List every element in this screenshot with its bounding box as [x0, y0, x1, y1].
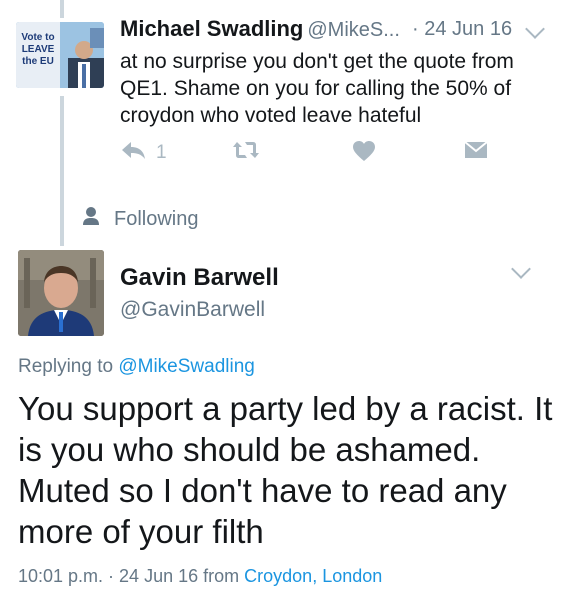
- chevron-down-icon[interactable]: [525, 19, 545, 39]
- tweet2-author-name[interactable]: Gavin Barwell: [120, 264, 279, 292]
- like-icon: [352, 140, 376, 168]
- tweet2-time[interactable]: 10:01 p.m. · 24 Jun 16: [18, 566, 198, 586]
- thread-line-top: [60, 0, 64, 18]
- tweet1-author-line: Michael Swadling @MikeS...: [120, 16, 400, 42]
- tweet1-author-name[interactable]: Michael Swadling: [120, 16, 303, 41]
- tweet2-meta: 10:01 p.m. · 24 Jun 16 from Croydon, Lon…: [18, 566, 382, 587]
- tweet2-from-prefix: from: [203, 566, 240, 586]
- dm-icon: [464, 140, 488, 166]
- sign-line-1: Vote to: [21, 32, 55, 43]
- avatar-sign-text: Vote to LEAVE the EU: [18, 32, 58, 68]
- like-button[interactable]: [352, 140, 376, 168]
- tweet1-date[interactable]: · 24 Jun 16: [412, 18, 512, 41]
- thread-line-middle: [60, 96, 64, 246]
- tweet2-text: You support a party led by a racist. It …: [18, 390, 553, 550]
- chevron-down-icon[interactable]: [511, 259, 531, 279]
- person-icon: [82, 206, 100, 232]
- tweet1-text: at no surprise you don't get the quote f…: [120, 50, 514, 127]
- tweet2-location[interactable]: Croydon, London: [244, 566, 382, 586]
- replying-to: Replying to @MikeSwadling: [18, 356, 255, 378]
- tweet1-actions: 1: [120, 140, 500, 170]
- reply-button[interactable]: 1: [120, 140, 167, 166]
- following-label: Following: [114, 207, 199, 230]
- avatar-michael-swadling[interactable]: Vote to LEAVE the EU: [16, 22, 104, 88]
- following-indicator: Following: [82, 206, 198, 232]
- avatar-gavin-barwell[interactable]: [18, 250, 104, 336]
- direct-message-button[interactable]: [464, 140, 488, 166]
- replying-to-handle[interactable]: @MikeSwadling: [118, 356, 255, 377]
- sign-line-3: the EU: [22, 56, 54, 67]
- sign-line-2: LEAVE: [21, 44, 55, 55]
- replying-to-prefix: Replying to: [18, 356, 114, 377]
- tweet2-author-handle[interactable]: @GavinBarwell: [120, 298, 265, 322]
- retweet-button[interactable]: [232, 140, 260, 166]
- retweet-icon: [232, 140, 260, 166]
- tweet1-author-handle[interactable]: @MikeS...: [307, 19, 400, 41]
- reply-count: 1: [156, 142, 167, 163]
- reply-icon: [120, 140, 146, 166]
